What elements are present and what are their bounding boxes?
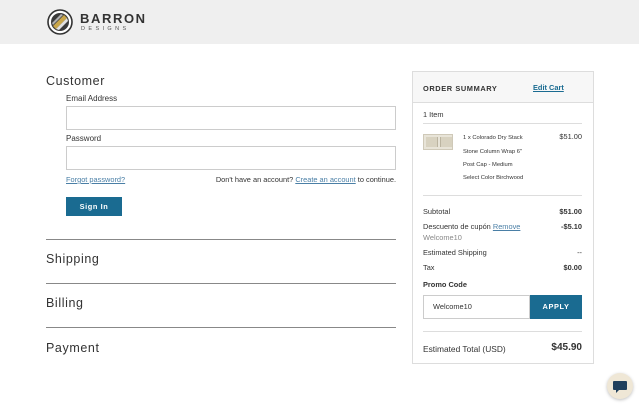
summary-divider [423, 123, 582, 124]
account-prefix: Don't have an account? [215, 175, 294, 184]
email-label: Email Address [66, 94, 118, 103]
tax-value: $0.00 [563, 263, 583, 272]
brand-subtitle: DESIGNS [81, 26, 130, 32]
account-suffix: to continue. [357, 175, 396, 184]
product-option: Select Color Birchwood [463, 175, 524, 181]
order-summary-title: ORDER SUMMARY [423, 84, 498, 93]
total-value: $45.90 [551, 342, 582, 353]
section-divider [46, 239, 396, 240]
sign-in-button[interactable]: Sign In [66, 197, 122, 216]
site-header: BARRON DESIGNS [0, 0, 639, 44]
chat-bubble-icon [613, 381, 627, 393]
apply-promo-button[interactable]: APPLY [530, 295, 582, 319]
email-field[interactable] [66, 106, 396, 130]
promo-code-label: Promo Code [423, 280, 467, 289]
total-label: Estimated Total (USD) [423, 344, 506, 354]
product-thumbnail [423, 134, 453, 150]
forgot-password-link[interactable]: Forgot password? [66, 175, 125, 184]
create-account-link[interactable]: Create an account [295, 175, 355, 184]
discount-value: -$5.10 [561, 222, 582, 231]
order-summary: ORDER SUMMARY Edit Cart 1 Item 1 x Color… [412, 71, 594, 364]
section-divider [46, 283, 396, 284]
payment-title[interactable]: Payment [46, 341, 100, 355]
item-count: 1 Item [423, 110, 444, 119]
shipping-value: -- [577, 248, 582, 257]
product-name-line1: 1 x Colorado Dry Stack [463, 135, 523, 141]
billing-title[interactable]: Billing [46, 296, 84, 310]
brand-name: BARRON [80, 11, 147, 26]
subtotal-value: $51.00 [559, 207, 582, 216]
password-label: Password [66, 134, 102, 143]
section-divider [46, 327, 396, 328]
promo-code-input[interactable]: Welcome10 [423, 295, 530, 319]
create-account-message: Don't have an account? Create an account… [216, 175, 396, 184]
order-summary-header: ORDER SUMMARY Edit Cart [413, 72, 593, 103]
remove-coupon-link[interactable]: Remove [493, 222, 521, 231]
subtotal-label: Subtotal [423, 207, 451, 216]
summary-divider [423, 331, 582, 332]
discount-row: Descuento de cupón Remove [423, 222, 520, 231]
shipping-title[interactable]: Shipping [46, 252, 99, 266]
product-price: $51.00 [559, 132, 582, 141]
chat-button[interactable] [607, 373, 633, 399]
edit-cart-link[interactable]: Edit Cart [533, 83, 564, 92]
shipping-label: Estimated Shipping [423, 248, 487, 257]
barron-logo-icon[interactable] [47, 9, 73, 35]
discount-code: Welcome10 [423, 233, 462, 242]
customer-title: Customer [46, 74, 105, 88]
product-name-line3: Post Cap - Medium [463, 162, 513, 168]
product-name-line2: Stone Column Wrap 6" [463, 149, 522, 155]
password-field[interactable] [66, 146, 396, 170]
tax-label: Tax [423, 263, 435, 272]
discount-label: Descuento de cupón [423, 222, 491, 231]
summary-divider [423, 195, 582, 196]
